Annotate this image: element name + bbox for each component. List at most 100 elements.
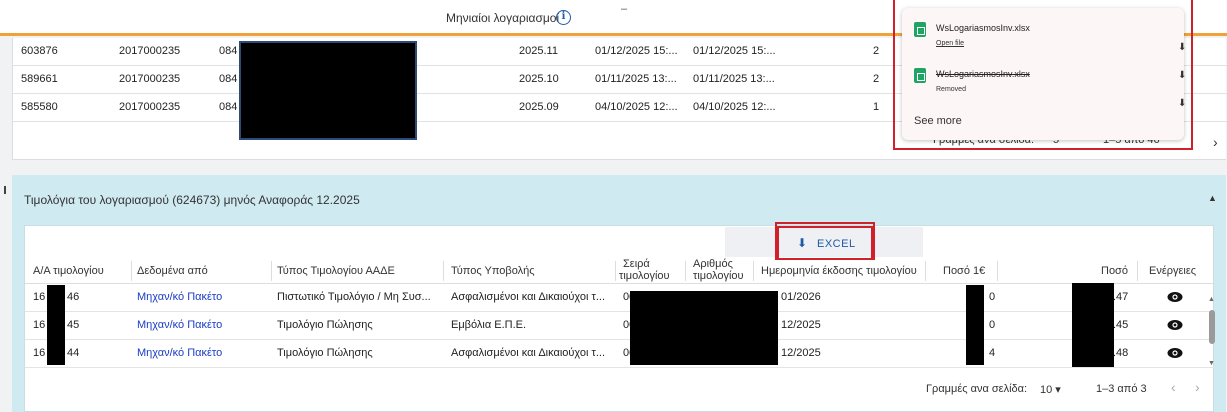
redacted-block <box>630 291 778 365</box>
download-status: Removed <box>936 86 966 93</box>
redacted-block <box>966 285 984 365</box>
side-marker <box>4 186 6 194</box>
account-id: 585580 <box>21 101 58 113</box>
next-page-button[interactable]: › <box>1213 134 1218 150</box>
account-period: 2025.11 <box>519 45 558 57</box>
column-divider <box>1137 261 1138 281</box>
invoice-aa-start: 16 <box>33 319 46 331</box>
account-date-1: 04/10/2025 12:... <box>595 101 678 113</box>
column-divider <box>997 261 998 281</box>
account-code: 2017000235 <box>119 45 181 57</box>
data-source-link[interactable]: Μηχαν/κό Πακέτο <box>137 319 222 331</box>
download-icon[interactable]: ⬇ <box>1178 42 1186 53</box>
col-series-2[interactable]: τιμολογίου <box>619 271 670 282</box>
excel-highlight-frame <box>775 222 875 260</box>
col-aade-type[interactable]: Τύπος Τιμολογίου ΑΑΔΕ <box>277 266 395 277</box>
invoice-amount-1: 4 <box>989 347 996 359</box>
col-number-1[interactable]: Αριθμός <box>693 259 733 270</box>
download-file-name: WsLogariasmosInv.xlsx <box>936 23 1030 33</box>
column-divider <box>925 261 926 281</box>
account-date-2: 01/11/2025 13:... <box>693 73 775 85</box>
download-icon[interactable]: ⬇ <box>1178 70 1186 81</box>
account-id: 589661 <box>21 73 58 85</box>
account-period: 2025.09 <box>519 101 559 113</box>
rows-per-page-label: Γραμμές ανα σελίδα: <box>926 383 1028 395</box>
see-more-link[interactable]: See more <box>914 115 962 127</box>
invoice-date: 12/2025 <box>781 347 821 359</box>
data-source-link[interactable]: Μηχαν/κό Πακέτο <box>137 347 222 359</box>
column-divider <box>131 261 132 281</box>
table-row[interactable]: 16 44 Μηχαν/κό Πακέτο Τιμολόγιο Πώλησης … <box>25 340 1215 368</box>
col-submission-type[interactable]: Τύπος Υποβολής <box>451 266 535 277</box>
invoice-amount-1: 0 <box>989 291 996 303</box>
download-item[interactable]: WsLogariasmosInv.xlsx Open file <box>902 18 1184 58</box>
column-divider <box>685 261 686 281</box>
account-code: 2017000235 <box>119 101 181 113</box>
rows-per-page-select[interactable]: 10 ▾ <box>1040 383 1061 396</box>
account-code: 2017000235 <box>119 73 181 85</box>
prev-page-button[interactable]: ‹ <box>1171 379 1176 395</box>
invoice-amount: .45 <box>1113 319 1129 331</box>
invoices-pagination: Γραμμές ανα σελίδα: 10 ▾ 1–3 από 3 ‹ › <box>25 374 1215 408</box>
invoice-date: 12/2025 <box>781 319 821 331</box>
account-period: 2025.10 <box>519 73 559 85</box>
collapse-icon[interactable]: ▲ <box>1208 193 1217 203</box>
spreadsheet-icon <box>914 68 926 83</box>
invoice-aa-end: 46 <box>67 291 80 303</box>
view-icon[interactable] <box>1167 319 1183 331</box>
col-issue-date[interactable]: Ημερομηνία έκδοσης τιμολογίου <box>761 266 917 277</box>
table-scrollbar[interactable]: ▲ ▼ <box>1208 296 1216 372</box>
account-prefix: 084 <box>219 73 238 85</box>
account-date-1: 01/11/2025 13:... <box>595 73 677 85</box>
table-row[interactable]: 16 46 Μηχαν/κό Πακέτο Πιστωτικό Τιμολόγι… <box>25 284 1215 312</box>
pagination-range: 1–3 από 3 <box>1096 383 1147 395</box>
invoice-date: 01/2026 <box>781 291 821 303</box>
invoice-amount: .48 <box>1113 347 1129 359</box>
scroll-down-icon[interactable]: ▼ <box>1208 360 1215 367</box>
page-title: Μηνιαίοι λογαριασμοί <box>446 11 560 25</box>
account-count: 2 <box>873 73 880 85</box>
scroll-thumb[interactable] <box>1209 310 1215 344</box>
invoice-aa-start: 16 <box>33 291 46 303</box>
view-icon[interactable] <box>1167 347 1183 359</box>
submission-type: Εμβόλια Ε.Π.Ε. <box>451 319 527 331</box>
scroll-up-icon[interactable]: ▲ <box>1208 296 1215 303</box>
spreadsheet-icon <box>914 22 926 37</box>
account-id: 603876 <box>21 45 58 57</box>
data-source-link[interactable]: Μηχαν/κό Πακέτο <box>137 291 222 303</box>
table-row[interactable]: 16 45 Μηχαν/κό Πακέτο Τιμολόγιο Πώλησης … <box>25 312 1215 340</box>
col-actions: Ενέργειες <box>1149 265 1197 277</box>
redacted-block <box>47 285 65 365</box>
col-data-source[interactable]: Δεδομένα από <box>137 266 208 277</box>
column-divider <box>753 261 754 281</box>
col-amount-1[interactable]: Ποσό 1€ <box>943 266 985 277</box>
account-count: 1 <box>873 101 880 113</box>
download-file-name: WsLogariasmosInv.xlsx <box>936 69 1030 79</box>
redacted-block <box>239 41 417 140</box>
col-number-2[interactable]: τιμολογίου <box>693 271 744 282</box>
header-dash: – <box>621 3 628 15</box>
info-icon[interactable]: i <box>556 10 571 25</box>
account-prefix: 084 <box>219 101 238 113</box>
col-series-1[interactable]: Σειρά <box>623 259 650 270</box>
account-date-2: 04/10/2025 12:... <box>693 101 776 113</box>
invoice-aa-start: 16 <box>33 347 46 359</box>
download-icon[interactable]: ⬇ <box>1178 98 1186 109</box>
invoice-type: Τιμολόγιο Πώλησης <box>277 319 373 331</box>
column-divider <box>443 261 444 281</box>
invoices-title: Τιμολόγια του λογαριασμού (624673) μηνός… <box>24 193 360 207</box>
invoices-table: ⬇ EXCEL Α/Α τιμολογίου Δεδομένα από Τύπο… <box>24 225 1216 412</box>
view-icon[interactable] <box>1167 291 1183 303</box>
next-page-button[interactable]: › <box>1195 379 1200 395</box>
downloads-popup: WsLogariasmosInv.xlsx Open file WsLogari… <box>902 8 1184 140</box>
submission-type: Ασφαλισμένοι και Δικαιούχοι τ... <box>451 291 606 303</box>
col-amount[interactable]: Ποσό <box>1101 266 1128 277</box>
open-file-link[interactable]: Open file <box>936 40 964 47</box>
invoice-type: Τιμολόγιο Πώλησης <box>277 347 373 359</box>
account-count: 2 <box>873 45 880 57</box>
download-item: WsLogariasmosInv.xlsx Removed <box>902 64 1184 104</box>
invoice-amount-1: 0 <box>989 319 996 331</box>
col-invoice-aa[interactable]: Α/Α τιμολογίου <box>33 266 104 277</box>
invoice-type: Πιστωτικό Τιμολόγιο / Μη Συσ... <box>277 291 431 303</box>
invoice-amount: .47 <box>1113 291 1129 303</box>
